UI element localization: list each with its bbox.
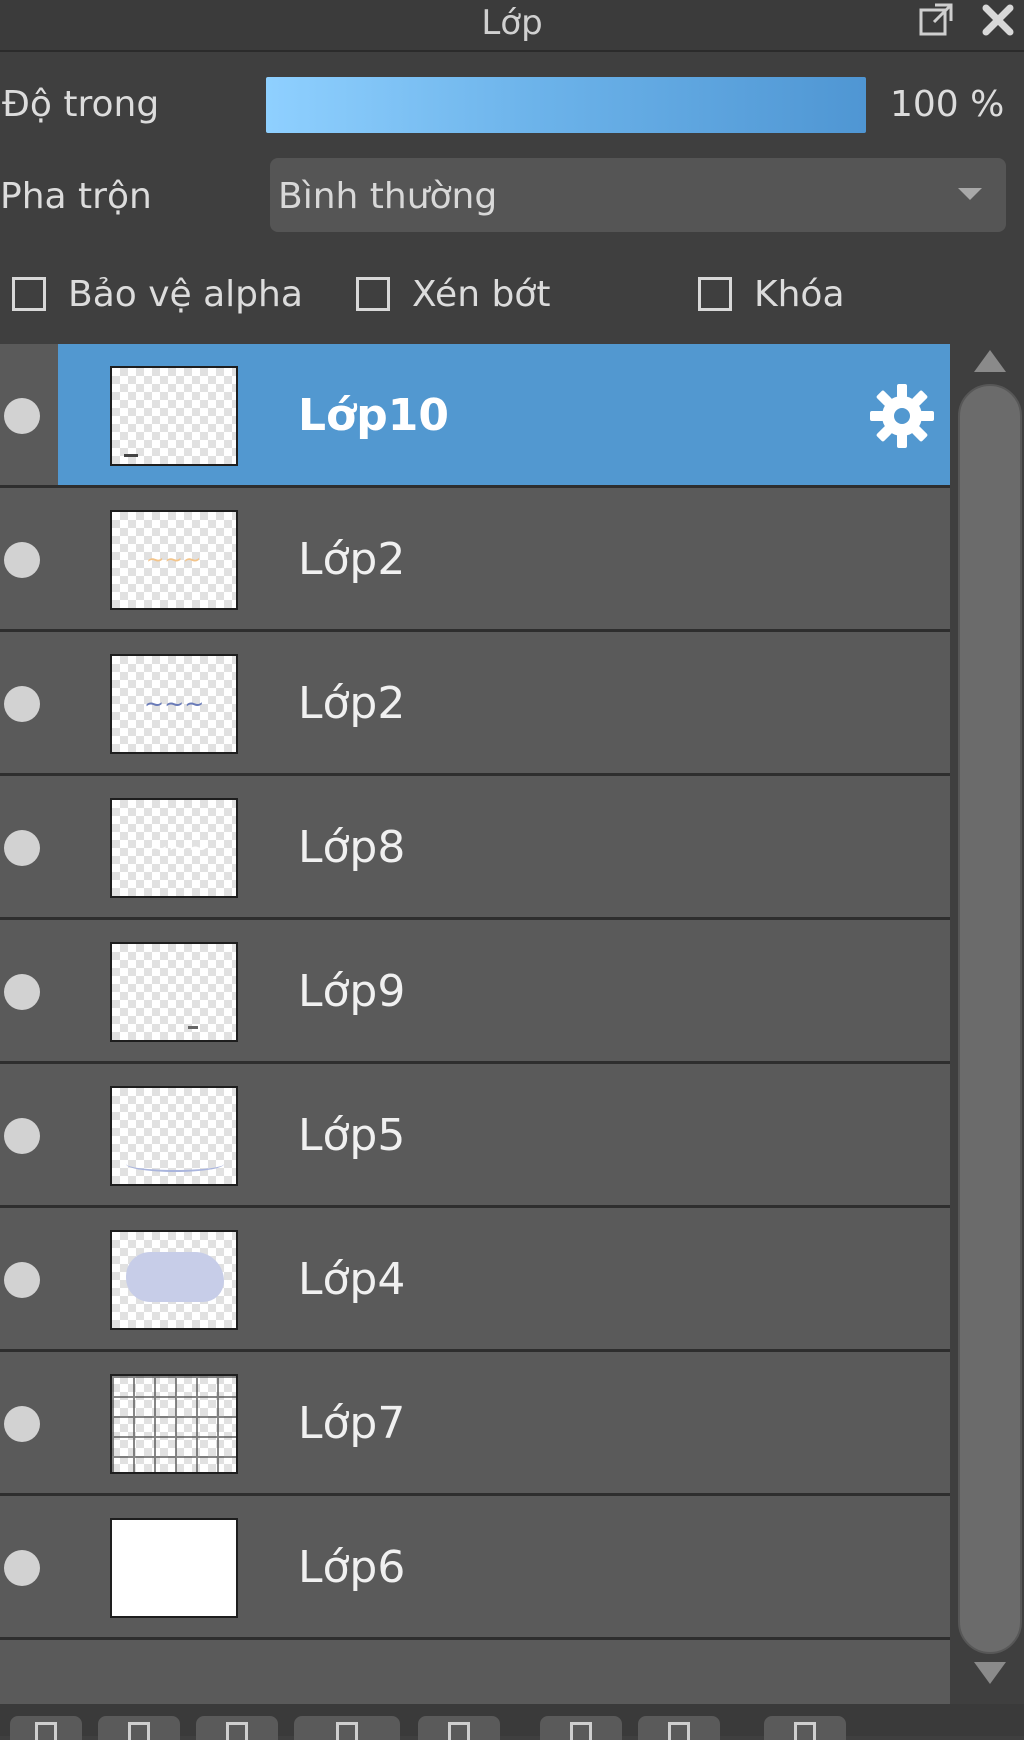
new-layer-icon bbox=[35, 1722, 57, 1740]
protect-alpha-label: Bảo vệ alpha bbox=[68, 273, 303, 315]
opacity-label: Độ trong bbox=[2, 84, 160, 125]
merge-down-button[interactable] bbox=[418, 1716, 500, 1740]
layer-name: Lớp7 bbox=[298, 1398, 406, 1449]
new-folder-button[interactable] bbox=[98, 1716, 180, 1740]
layer-name: Lớp9 bbox=[298, 966, 406, 1017]
thumb-sketch bbox=[112, 1376, 236, 1472]
mask-icon bbox=[668, 1722, 690, 1740]
layer-row[interactable]: ~~~ Lớp8 bbox=[0, 776, 950, 920]
new-layer-button[interactable] bbox=[10, 1716, 82, 1740]
visibility-toggle-icon[interactable] bbox=[4, 830, 40, 866]
visibility-toggle-icon[interactable] bbox=[4, 1262, 40, 1298]
layer-row[interactable]: ~~~ Lớp2 bbox=[0, 488, 950, 632]
layer-name: Lớp8 bbox=[298, 822, 406, 873]
layer-thumbnail bbox=[110, 1518, 238, 1618]
thumb-sketch bbox=[126, 1156, 224, 1172]
layer-mask-button[interactable] bbox=[638, 1716, 720, 1740]
blend-mode-value: Bình thường bbox=[278, 176, 498, 217]
layer-name: Lớp2 bbox=[298, 678, 406, 729]
checkbox-box[interactable] bbox=[356, 277, 390, 311]
clear-icon bbox=[570, 1722, 592, 1740]
layer-row[interactable]: ~~~ Lớp2 bbox=[0, 632, 950, 776]
close-icon[interactable] bbox=[980, 2, 1016, 38]
visibility-toggle-icon[interactable] bbox=[4, 398, 40, 434]
layer-name: Lớp2 bbox=[298, 534, 406, 585]
clipping-checkbox[interactable]: Xén bớt bbox=[356, 272, 550, 316]
checkbox-box[interactable] bbox=[12, 277, 46, 311]
merge-icon bbox=[448, 1722, 470, 1740]
visibility-toggle-icon[interactable] bbox=[4, 542, 40, 578]
layer-thumbnail bbox=[110, 1086, 238, 1186]
scroll-up-arrow-icon[interactable] bbox=[974, 350, 1006, 372]
trash-icon bbox=[794, 1722, 816, 1740]
layer-row[interactable]: Lớp4 bbox=[0, 1208, 950, 1352]
opacity-value: 100 % bbox=[890, 84, 1005, 125]
layer-row[interactable]: Lớp7 bbox=[0, 1352, 950, 1496]
scroll-down-arrow-icon[interactable] bbox=[974, 1662, 1006, 1684]
layer-thumbnail bbox=[110, 1374, 238, 1474]
layer-row[interactable]: Lớp10 bbox=[0, 344, 950, 488]
layer-thumbnail: ~~~ bbox=[110, 798, 238, 898]
folder-icon bbox=[128, 1722, 150, 1740]
layer-thumbnail: ~~~ bbox=[110, 654, 238, 754]
visibility-toggle-icon[interactable] bbox=[4, 1118, 40, 1154]
thumb-sketch: ~~~ bbox=[146, 548, 202, 573]
list-empty-space bbox=[0, 1640, 950, 1704]
layer-thumbnail bbox=[110, 1230, 238, 1330]
opacity-slider-fill bbox=[266, 77, 866, 133]
duplicate-layer-button[interactable] bbox=[196, 1716, 278, 1740]
protect-alpha-checkbox[interactable]: Bảo vệ alpha bbox=[12, 272, 303, 316]
layer-thumbnail bbox=[110, 942, 238, 1042]
delete-layer-button[interactable] bbox=[764, 1716, 846, 1740]
chevron-down-icon bbox=[958, 188, 982, 200]
panel-title: Lớp bbox=[481, 3, 543, 43]
visibility-toggle-icon[interactable] bbox=[4, 974, 40, 1010]
layer-row[interactable]: Lớp9 bbox=[0, 920, 950, 1064]
scrollbar-thumb[interactable] bbox=[958, 384, 1022, 1654]
layer-list-scrollbar[interactable] bbox=[958, 344, 1024, 1704]
thumb-sketch bbox=[126, 1252, 224, 1302]
layer-name: Lớp4 bbox=[298, 1254, 406, 1305]
visibility-column bbox=[0, 344, 58, 485]
blend-mode-label: Pha trộn bbox=[0, 176, 152, 217]
layer-thumbnail: ~~~ bbox=[110, 510, 238, 610]
visibility-toggle-icon[interactable] bbox=[4, 1406, 40, 1442]
lock-checkbox[interactable]: Khóa bbox=[698, 272, 845, 316]
layer-toolbar bbox=[0, 1704, 1024, 1740]
thumb-sketch: ~~~ bbox=[144, 690, 205, 718]
layer-row[interactable]: Lớp6 bbox=[0, 1496, 950, 1640]
panel-titlebar: Lớp bbox=[0, 0, 1024, 52]
opacity-slider[interactable] bbox=[266, 77, 866, 133]
layer-row[interactable]: Lớp5 bbox=[0, 1064, 950, 1208]
layer-thumbnail bbox=[110, 366, 238, 466]
layer-name: Lớp6 bbox=[298, 1542, 406, 1593]
duplicate-icon bbox=[226, 1722, 248, 1740]
blend-mode-select[interactable]: Bình thường bbox=[270, 158, 1006, 232]
layer-name: Lớp10 bbox=[298, 390, 449, 441]
clipping-label: Xén bớt bbox=[412, 273, 551, 315]
visibility-toggle-icon[interactable] bbox=[4, 1550, 40, 1586]
gear-icon[interactable] bbox=[868, 382, 936, 450]
layer-type-button[interactable] bbox=[294, 1716, 400, 1740]
popout-icon[interactable] bbox=[918, 2, 954, 38]
thumb-sketch: ~~~ bbox=[148, 834, 209, 862]
clear-layer-button[interactable] bbox=[540, 1716, 622, 1740]
thumb-sketch bbox=[124, 454, 138, 457]
layer-type-icon bbox=[336, 1722, 358, 1740]
visibility-toggle-icon[interactable] bbox=[4, 686, 40, 722]
layer-name: Lớp5 bbox=[298, 1110, 406, 1161]
lock-label: Khóa bbox=[754, 273, 845, 315]
checkbox-box[interactable] bbox=[698, 277, 732, 311]
layer-list: Lớp10 ~~~ Lớp2 ~~~ Lớp2 ~~~ Lớp8 Lớp9 Lớ… bbox=[0, 344, 950, 1704]
thumb-sketch bbox=[188, 1026, 198, 1029]
